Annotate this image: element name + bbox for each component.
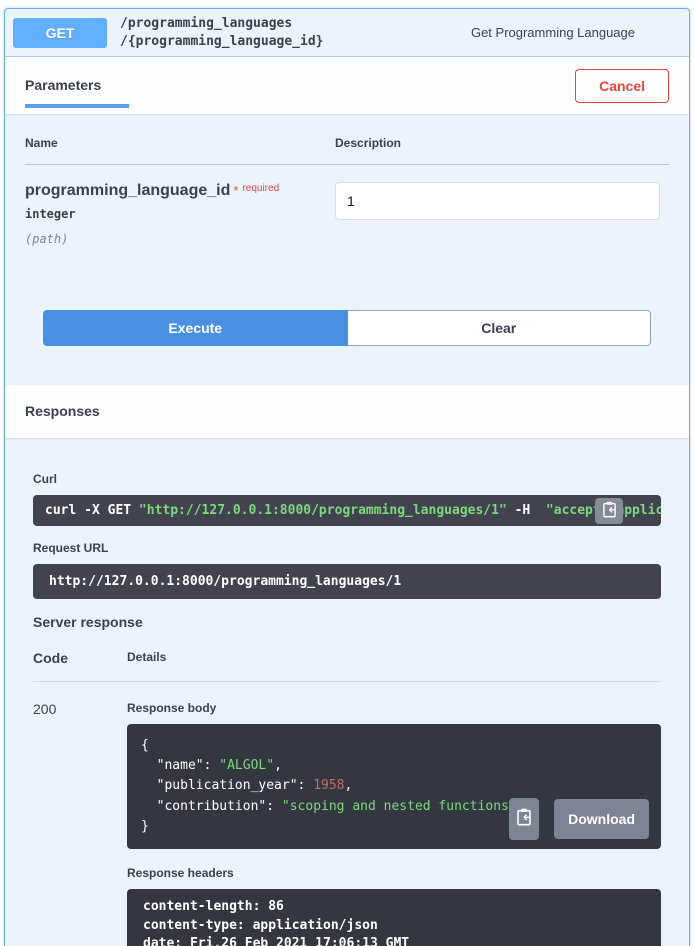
- server-response-title: Server response: [33, 614, 661, 630]
- cancel-button[interactable]: Cancel: [575, 69, 669, 103]
- curl-command: curl -X GET "http://127.0.0.1:8000/progr…: [33, 495, 661, 526]
- json-year-key: "publication_year":: [141, 778, 313, 793]
- endpoint-path-line1: /programming_languages: [120, 15, 471, 33]
- response-header-line: content-length: 86: [143, 899, 284, 914]
- response-headers-label: Response headers: [127, 866, 661, 880]
- download-button[interactable]: Download: [554, 799, 649, 839]
- parameters-table-head: Name Description: [25, 136, 669, 165]
- required-star: *: [233, 183, 238, 198]
- parameter-type: integer: [25, 207, 335, 221]
- tab-parameters[interactable]: Parameters: [25, 77, 129, 108]
- response-details: Response body { "name": "ALGOL", "public…: [127, 701, 661, 946]
- curl-label: Curl: [33, 472, 661, 486]
- column-details: Details: [127, 650, 661, 666]
- clipboard-arrow-icon: [602, 501, 617, 521]
- json-comma: ,: [274, 758, 282, 773]
- responses-title: Responses: [25, 403, 100, 419]
- required-label: required: [242, 183, 279, 194]
- server-response-row: 200 Response body { "name": "ALGOL", "pu…: [33, 682, 661, 946]
- response-header-line: date: Fri,26 Feb 2021 17:06:13 GMT: [143, 936, 409, 946]
- parameter-location: (path): [25, 232, 335, 246]
- parameter-row: programming_language_id* required integer…: [25, 165, 669, 246]
- curl-url-string: "http://127.0.0.1:8000/programming_langu…: [139, 503, 507, 518]
- response-body-label: Response body: [127, 701, 661, 715]
- responses-section-header: Responses: [5, 384, 689, 438]
- parameters-body: Name Description programming_language_id…: [5, 114, 689, 384]
- response-headers: content-length: 86 content-type: applica…: [127, 889, 661, 946]
- json-brace-open: {: [141, 738, 149, 753]
- response-header-line: content-type: application/json: [143, 918, 378, 933]
- copy-response-button[interactable]: [509, 798, 539, 840]
- column-description: Description: [335, 136, 669, 150]
- curl-header-flag: -H: [507, 503, 546, 518]
- execute-wrapper: Execute Clear: [25, 310, 669, 346]
- column-name: Name: [25, 136, 335, 150]
- clipboard-arrow-icon: [516, 808, 532, 829]
- active-tab-underline: [25, 104, 129, 108]
- http-method-badge[interactable]: GET: [13, 18, 107, 48]
- parameters-section-header: Parameters Cancel: [5, 57, 689, 114]
- parameter-meta: programming_language_id* required integer…: [25, 182, 335, 246]
- json-year-value: 1958: [313, 778, 344, 793]
- response-body-wrap: { "name": "ALGOL", "publication_year": 1…: [127, 724, 661, 849]
- request-url-label: Request URL: [33, 541, 661, 555]
- operation-summary[interactable]: GET /programming_languages /{programming…: [5, 9, 689, 57]
- curl-command-wrap: curl -X GET "http://127.0.0.1:8000/progr…: [33, 495, 661, 526]
- json-brace-close: }: [141, 819, 149, 834]
- request-url-value: http://127.0.0.1:8000/programming_langua…: [33, 564, 661, 599]
- clear-button[interactable]: Clear: [348, 310, 652, 346]
- server-response-table-head: Code Details: [33, 650, 661, 682]
- parameter-value-cell: [335, 182, 669, 246]
- parameter-value-input[interactable]: [335, 182, 660, 220]
- parameters-tab-label: Parameters: [25, 77, 129, 93]
- json-contribution-value: "scoping and nested functions": [282, 799, 517, 814]
- json-comma: ,: [345, 778, 353, 793]
- curl-command-text: curl -X GET: [45, 503, 139, 518]
- json-name-value: "ALGOL": [219, 758, 274, 773]
- response-body-controls: Download: [509, 798, 649, 840]
- copy-to-clipboard-button[interactable]: [595, 498, 623, 524]
- json-name-key: "name":: [141, 758, 219, 773]
- responses-body: Curl curl -X GET "http://127.0.0.1:8000/…: [5, 438, 689, 946]
- endpoint-path-line2: /{programming_language_id}: [120, 33, 471, 51]
- status-code: 200: [33, 701, 127, 946]
- operation-title: Get Programming Language: [471, 25, 635, 40]
- parameter-name: programming_language_id: [25, 182, 230, 199]
- json-contribution-key: "contribution":: [141, 799, 282, 814]
- column-code: Code: [33, 650, 127, 666]
- endpoint-path: /programming_languages /{programming_lan…: [120, 15, 471, 50]
- operation-block: GET /programming_languages /{programming…: [4, 8, 690, 946]
- execute-button[interactable]: Execute: [43, 310, 348, 346]
